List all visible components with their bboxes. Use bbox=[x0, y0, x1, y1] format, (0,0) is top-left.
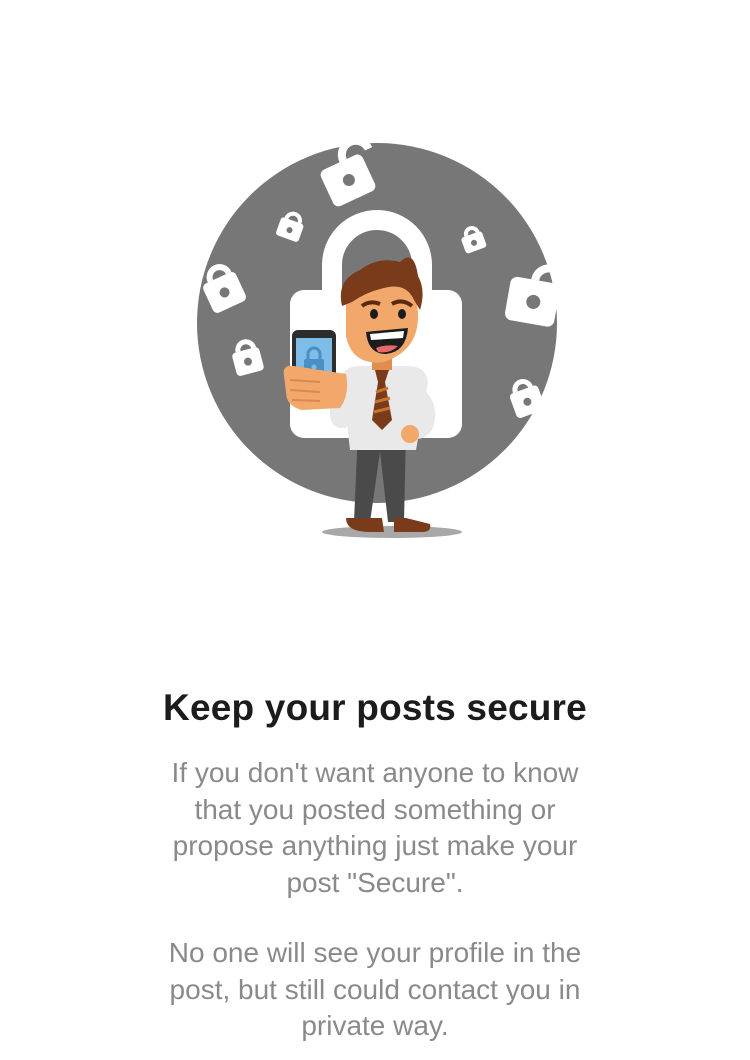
description-paragraph-1: If you don't want anyone to know that yo… bbox=[171, 757, 579, 898]
page-title: Keep your posts secure bbox=[163, 687, 587, 728]
description-paragraph-2: No one will see your profile in the post… bbox=[168, 937, 582, 1041]
secure-posts-illustration bbox=[170, 130, 580, 550]
